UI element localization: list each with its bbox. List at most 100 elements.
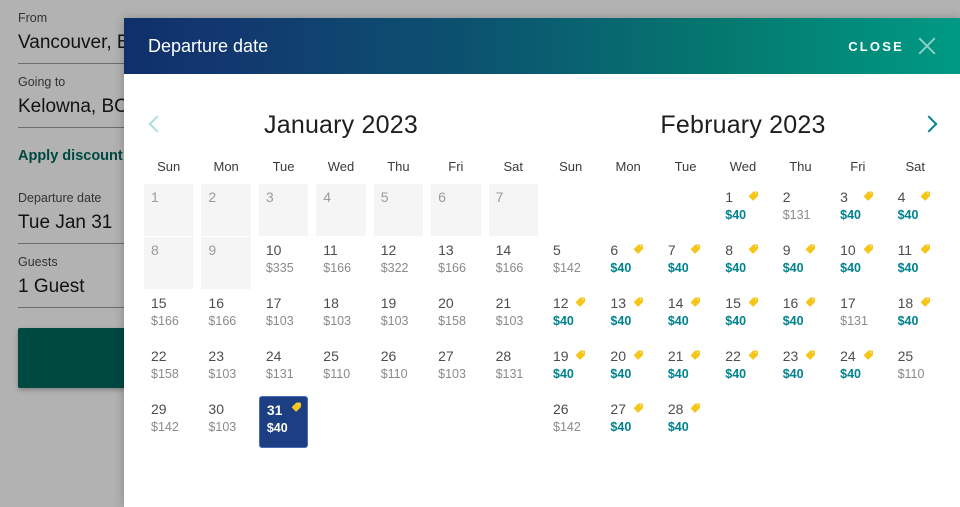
calendar-day-number: 21 [667,348,684,364]
calendar-day-number: 4 [323,189,332,205]
calendar-day-cell[interactable]: 24 $131 [259,343,308,395]
price-tag-icon [863,350,873,360]
calendar-day-price: $110 [380,367,408,381]
weekday-label: Tue [272,159,295,174]
calendar-day-cell[interactable]: 24 $40 [833,343,882,395]
calendar-day-number: 28 [495,348,512,364]
price-tag-icon [633,297,643,307]
calendar-day-cell[interactable]: 19 $103 [374,290,423,342]
calendar-day-cell[interactable]: 13 $40 [603,290,652,342]
calendar-day-cell[interactable]: 4 $40 [891,184,940,236]
calendar-day-cell[interactable]: 15 $40 [718,290,767,342]
close-icon[interactable] [916,35,938,57]
calendar-day-cell[interactable]: 18 $40 [891,290,940,342]
calendar-day-number: 5 [380,189,389,205]
calendar-day-price: $40 [782,261,804,275]
calendar-day-cell[interactable]: 28 $131 [489,343,538,395]
calendar-day-number: 6 [438,189,446,205]
calendar-day-cell[interactable]: 17 $131 [833,290,882,342]
calendar-day-cell[interactable]: 15 $166 [144,290,193,342]
calendar-day-price: $40 [610,314,632,328]
calendar-day-cell[interactable]: 29 $142 [144,396,193,448]
close-button[interactable]: CLOSE [848,35,938,57]
weekday-header-row: Sun Mon Tue Wed Thu Fri Sat [140,158,542,176]
calendar-day-cell[interactable]: 16 $166 [201,290,250,342]
calendar-day-cell[interactable]: 16 $40 [776,290,825,342]
calendar-day-cell[interactable]: 1 $40 [718,184,767,236]
calendar-day-cell[interactable]: 22 $158 [144,343,193,395]
weekday-label: Fri [850,159,866,174]
calendar-day-cell[interactable]: 6 $40 [603,237,652,289]
calendar-day-cell[interactable]: 31 $40 [258,396,309,448]
calendar-day-cell[interactable]: 20 $40 [603,343,652,395]
calendar-day-price: $40 [667,314,689,328]
calendar-day-cell[interactable]: 11 $40 [891,237,940,289]
calendar-day-price: $103 [208,420,237,434]
calendar-day-cell[interactable]: 12 $322 [374,237,423,289]
calendar-day-cell[interactable]: 21 $103 [489,290,538,342]
weekday-label: Sat [503,159,524,174]
calendar-day-cell[interactable]: 21 $40 [661,343,710,395]
calendar-day-cell[interactable]: 5 $142 [546,237,595,289]
calendar-day-cell[interactable]: 25 $110 [891,343,940,395]
calendar-day-cell[interactable]: 23 $40 [776,343,825,395]
calendar-day-cell[interactable]: 11 $166 [316,237,365,289]
calendar-day-number: 24 [840,348,856,364]
calendar-day-cell[interactable]: 26 $142 [546,396,595,448]
chevron-right-icon[interactable] [916,112,942,138]
calendar-day-empty [833,396,882,448]
calendar-day-number: 5 [553,242,561,258]
calendar-day-number: 14 [495,242,512,258]
calendar-day-cell[interactable]: 13 $166 [431,237,480,289]
calendar-day-price: $40 [667,420,689,434]
calendar-day-price: $40 [840,261,861,275]
weekday-label: Wed [327,159,355,174]
price-tag-icon [691,403,701,413]
calendar-day-cell[interactable]: 18 $103 [316,290,365,342]
calendar-day-cell[interactable]: 30 $103 [201,396,250,448]
calendar-day-cell[interactable]: 14 $40 [661,290,710,342]
calendar-day-number: 23 [782,348,799,364]
calendar-day-cell: 4 [316,184,366,236]
calendar-day-cell[interactable]: 7 $40 [661,237,710,289]
calendar-day-price: $142 [553,420,581,434]
calendar-day-cell[interactable]: 17 $103 [259,290,308,342]
weekday-label: Sun [157,159,181,174]
calendar-day-cell[interactable]: 8 $40 [718,237,767,289]
calendar-day-cell[interactable]: 14 $166 [489,237,538,289]
price-tag-icon [806,297,816,307]
calendar-day-cell[interactable]: 20 $158 [431,290,480,342]
calendar-day-price: $131 [495,367,524,381]
calendar-day-cell[interactable]: 27 $40 [603,396,652,448]
calendar-day-number: 3 [265,189,274,205]
price-tag-icon [691,350,701,360]
calendar-week-row: 1 $40 2 $131 3 $40 4 $40 [542,184,944,236]
calendar-week-row: 1 2 3 4 5 6 7 [140,184,542,236]
calendar-day-cell[interactable]: 23 $103 [201,343,250,395]
calendar-day-cell[interactable]: 22 $40 [718,343,767,395]
price-tag-icon [633,403,643,413]
calendar-day-cell[interactable]: 2 $131 [776,184,825,236]
calendar-day-cell[interactable]: 10 $40 [833,237,882,289]
calendar-day-cell[interactable]: 9 $40 [776,237,825,289]
calendar-day-cell[interactable]: 10 $335 [259,237,308,289]
calendar-day-cell: 2 [201,184,251,236]
calendar-month-header: January 2023 [140,102,542,148]
calendar-day-price: $131 [265,367,294,381]
price-tag-icon [576,350,586,360]
calendar-day-number: 11 [897,242,913,258]
calendar-day-cell[interactable]: 28 $40 [661,396,710,448]
calendar-month-february: February 2023 Sun Mon Tue Wed Thu Fri Sat 1 $40 2 $… [542,102,944,449]
calendar-day-cell[interactable]: 19 $40 [546,343,595,395]
calendar-day-cell[interactable]: 12 $40 [546,290,595,342]
calendar-day-cell[interactable]: 3 $40 [833,184,882,236]
calendar-day-cell[interactable]: 27 $103 [431,343,480,395]
calendar-day-cell[interactable]: 26 $110 [374,343,423,395]
calendar-day-empty [431,396,480,448]
calendar-day-cell: 3 [258,184,309,236]
calendar-week-row: 12 $40 13 $40 14 $40 15 $40 16 $40 17 $131 18 $40 [542,290,944,342]
chevron-left-icon[interactable] [144,112,170,138]
calendar-day-number: 25 [323,348,339,364]
price-tag-icon [806,350,816,360]
calendar-day-cell[interactable]: 25 $110 [316,343,365,395]
